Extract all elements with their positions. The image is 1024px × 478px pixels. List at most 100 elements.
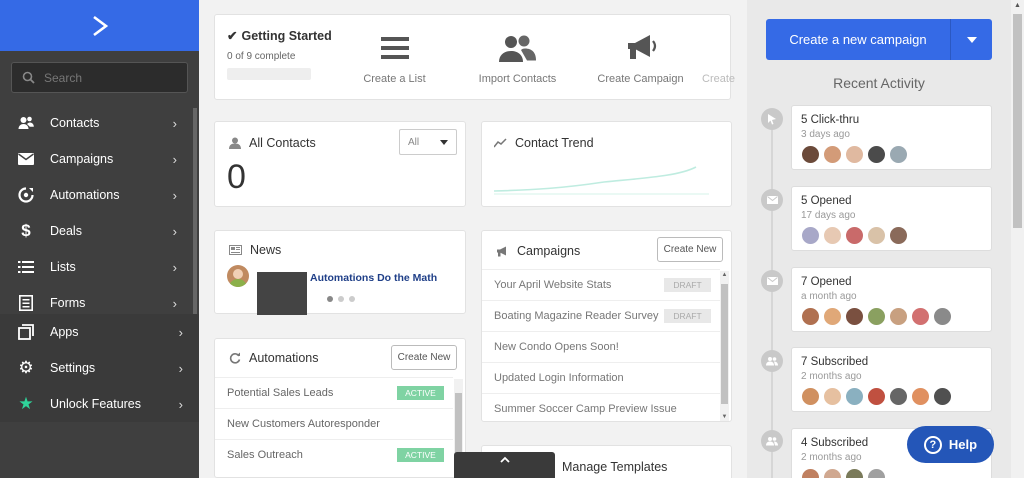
scroll-up-icon[interactable]: ▲ — [1011, 2, 1024, 9]
avatar[interactable] — [823, 468, 842, 478]
getting-started-card: ✔ Getting Started 0 of 9 complete Create … — [214, 14, 735, 100]
nav-label: Deals — [50, 224, 82, 238]
carousel-dot[interactable] — [338, 296, 344, 302]
sidebar-scrollbar[interactable] — [193, 108, 197, 318]
nav-unlock-features[interactable]: ★ Unlock Features › — [0, 386, 199, 422]
nav-campaigns[interactable]: Campaigns › — [0, 141, 199, 177]
list-item[interactable]: New Condo Opens Soon! — [482, 331, 720, 362]
avatar[interactable] — [911, 307, 930, 326]
avatar[interactable] — [845, 145, 864, 164]
star-icon: ★ — [18, 394, 34, 413]
avatar-group — [801, 145, 908, 164]
nav-label: Campaigns — [50, 152, 114, 166]
nav-label: Lists — [50, 260, 76, 274]
avatar[interactable] — [889, 307, 908, 326]
avatar[interactable] — [867, 307, 886, 326]
news-thumbnail[interactable] — [257, 272, 307, 315]
avatar[interactable] — [801, 145, 820, 164]
nav-apps[interactable]: Apps › — [0, 314, 199, 350]
avatar[interactable] — [845, 468, 864, 478]
list-item[interactable]: Sales Outreach ACTIVE — [215, 439, 453, 470]
step-create-campaign[interactable]: Create Campaign — [579, 31, 702, 85]
scroll-thumb[interactable] — [721, 284, 728, 404]
activity-item[interactable]: 7 Subscribed 2 months ago — [791, 347, 992, 412]
nav-deals[interactable]: $ Deals › — [0, 213, 199, 249]
nav-label: Contacts — [50, 116, 100, 130]
contacts-filter-select[interactable]: All — [399, 129, 457, 155]
status-badge: ACTIVE — [397, 448, 444, 462]
activity-item[interactable]: 5 Opened 17 days ago — [791, 186, 992, 251]
avatar[interactable] — [845, 387, 864, 406]
avatar[interactable] — [823, 307, 842, 326]
list-item[interactable]: Boating Magazine Reader Survey DRAFT — [482, 300, 720, 331]
create-automation-button[interactable]: Create New — [391, 345, 457, 370]
scroll-thumb[interactable] — [1013, 14, 1022, 228]
step-import-contacts[interactable]: Import Contacts — [456, 31, 579, 85]
apps-icon — [18, 324, 34, 340]
right-panel: Create a new campaign Recent Activity 5 … — [747, 0, 1011, 478]
scroll-up-icon[interactable]: ▲ — [720, 272, 729, 278]
list-item[interactable]: Updated Login Information — [482, 362, 720, 393]
activity-item[interactable]: 5 Click-thru 3 days ago — [791, 105, 992, 170]
logo-icon — [92, 15, 108, 36]
nav-lists[interactable]: Lists › — [0, 249, 199, 285]
envelope-icon — [18, 151, 34, 167]
automation-icon — [18, 187, 34, 203]
help-button[interactable]: ? Help — [907, 426, 994, 463]
create-campaign-button[interactable]: Create New — [657, 237, 723, 262]
news-title: News — [229, 243, 281, 257]
step-create-list[interactable]: Create a List — [333, 31, 456, 85]
avatar[interactable] — [867, 145, 886, 164]
carousel-dot[interactable] — [349, 296, 355, 302]
nav-contacts[interactable]: Contacts › — [0, 105, 199, 141]
avatar[interactable] — [933, 307, 952, 326]
checkmark-icon: ✔ — [227, 29, 238, 43]
avatar[interactable] — [801, 387, 820, 406]
create-campaign-label: Create a new campaign — [789, 32, 927, 47]
avatar[interactable] — [867, 387, 886, 406]
list-item[interactable]: Potential Sales Leads ACTIVE — [215, 377, 453, 408]
contact-trend-title: Contact Trend — [494, 136, 594, 150]
search-input[interactable] — [44, 70, 174, 85]
avatar[interactable] — [801, 307, 820, 326]
campaigns-scrollbar[interactable]: ▲ ▼ — [720, 271, 729, 421]
avatar[interactable] — [889, 387, 908, 406]
nav-label: Unlock Features — [50, 397, 142, 411]
recent-activity-title: Recent Activity — [833, 75, 925, 91]
nav-automations[interactable]: Automations › — [0, 177, 199, 213]
activity-date: a month ago — [801, 291, 857, 302]
avatar[interactable] — [823, 145, 842, 164]
search-box[interactable] — [11, 62, 188, 93]
user-icon — [229, 137, 241, 149]
logo-bar[interactable] — [0, 0, 199, 51]
avatar[interactable] — [823, 387, 842, 406]
page-scrollbar[interactable]: ▲ — [1011, 0, 1024, 478]
avatar[interactable] — [801, 226, 820, 245]
avatar[interactable] — [889, 145, 908, 164]
avatar[interactable] — [867, 226, 886, 245]
list-item[interactable]: Your April Website Stats DRAFT — [482, 269, 720, 300]
avatar[interactable] — [889, 226, 908, 245]
avatar[interactable] — [845, 226, 864, 245]
all-contacts-title: All Contacts — [229, 136, 316, 150]
avatar[interactable] — [801, 468, 820, 478]
gear-icon: ⚙ — [18, 358, 34, 377]
scroll-down-icon[interactable]: ▼ — [720, 414, 729, 420]
news-article-link[interactable]: Automations Do the Math — [310, 272, 437, 284]
list-item[interactable]: Summer Soccer Camp Preview Issue — [482, 393, 720, 424]
avatar[interactable] — [823, 226, 842, 245]
activity-item[interactable]: 7 Opened a month ago — [791, 267, 992, 332]
users-icon — [761, 350, 783, 372]
caret-down-icon[interactable] — [951, 36, 992, 43]
carousel-dot[interactable] — [327, 296, 333, 302]
avatar[interactable] — [845, 307, 864, 326]
nav-settings[interactable]: ⚙ Settings › — [0, 350, 199, 386]
avatar[interactable] — [911, 387, 930, 406]
collapse-tab[interactable] — [454, 452, 555, 478]
avatar[interactable] — [933, 387, 952, 406]
avatar[interactable] — [867, 468, 886, 478]
list-item[interactable]: New Customers Autoresponder — [215, 408, 453, 439]
megaphone-icon — [497, 246, 506, 256]
step-create-more[interactable]: Create — [702, 31, 742, 85]
create-campaign-split-button[interactable]: Create a new campaign — [766, 19, 992, 60]
